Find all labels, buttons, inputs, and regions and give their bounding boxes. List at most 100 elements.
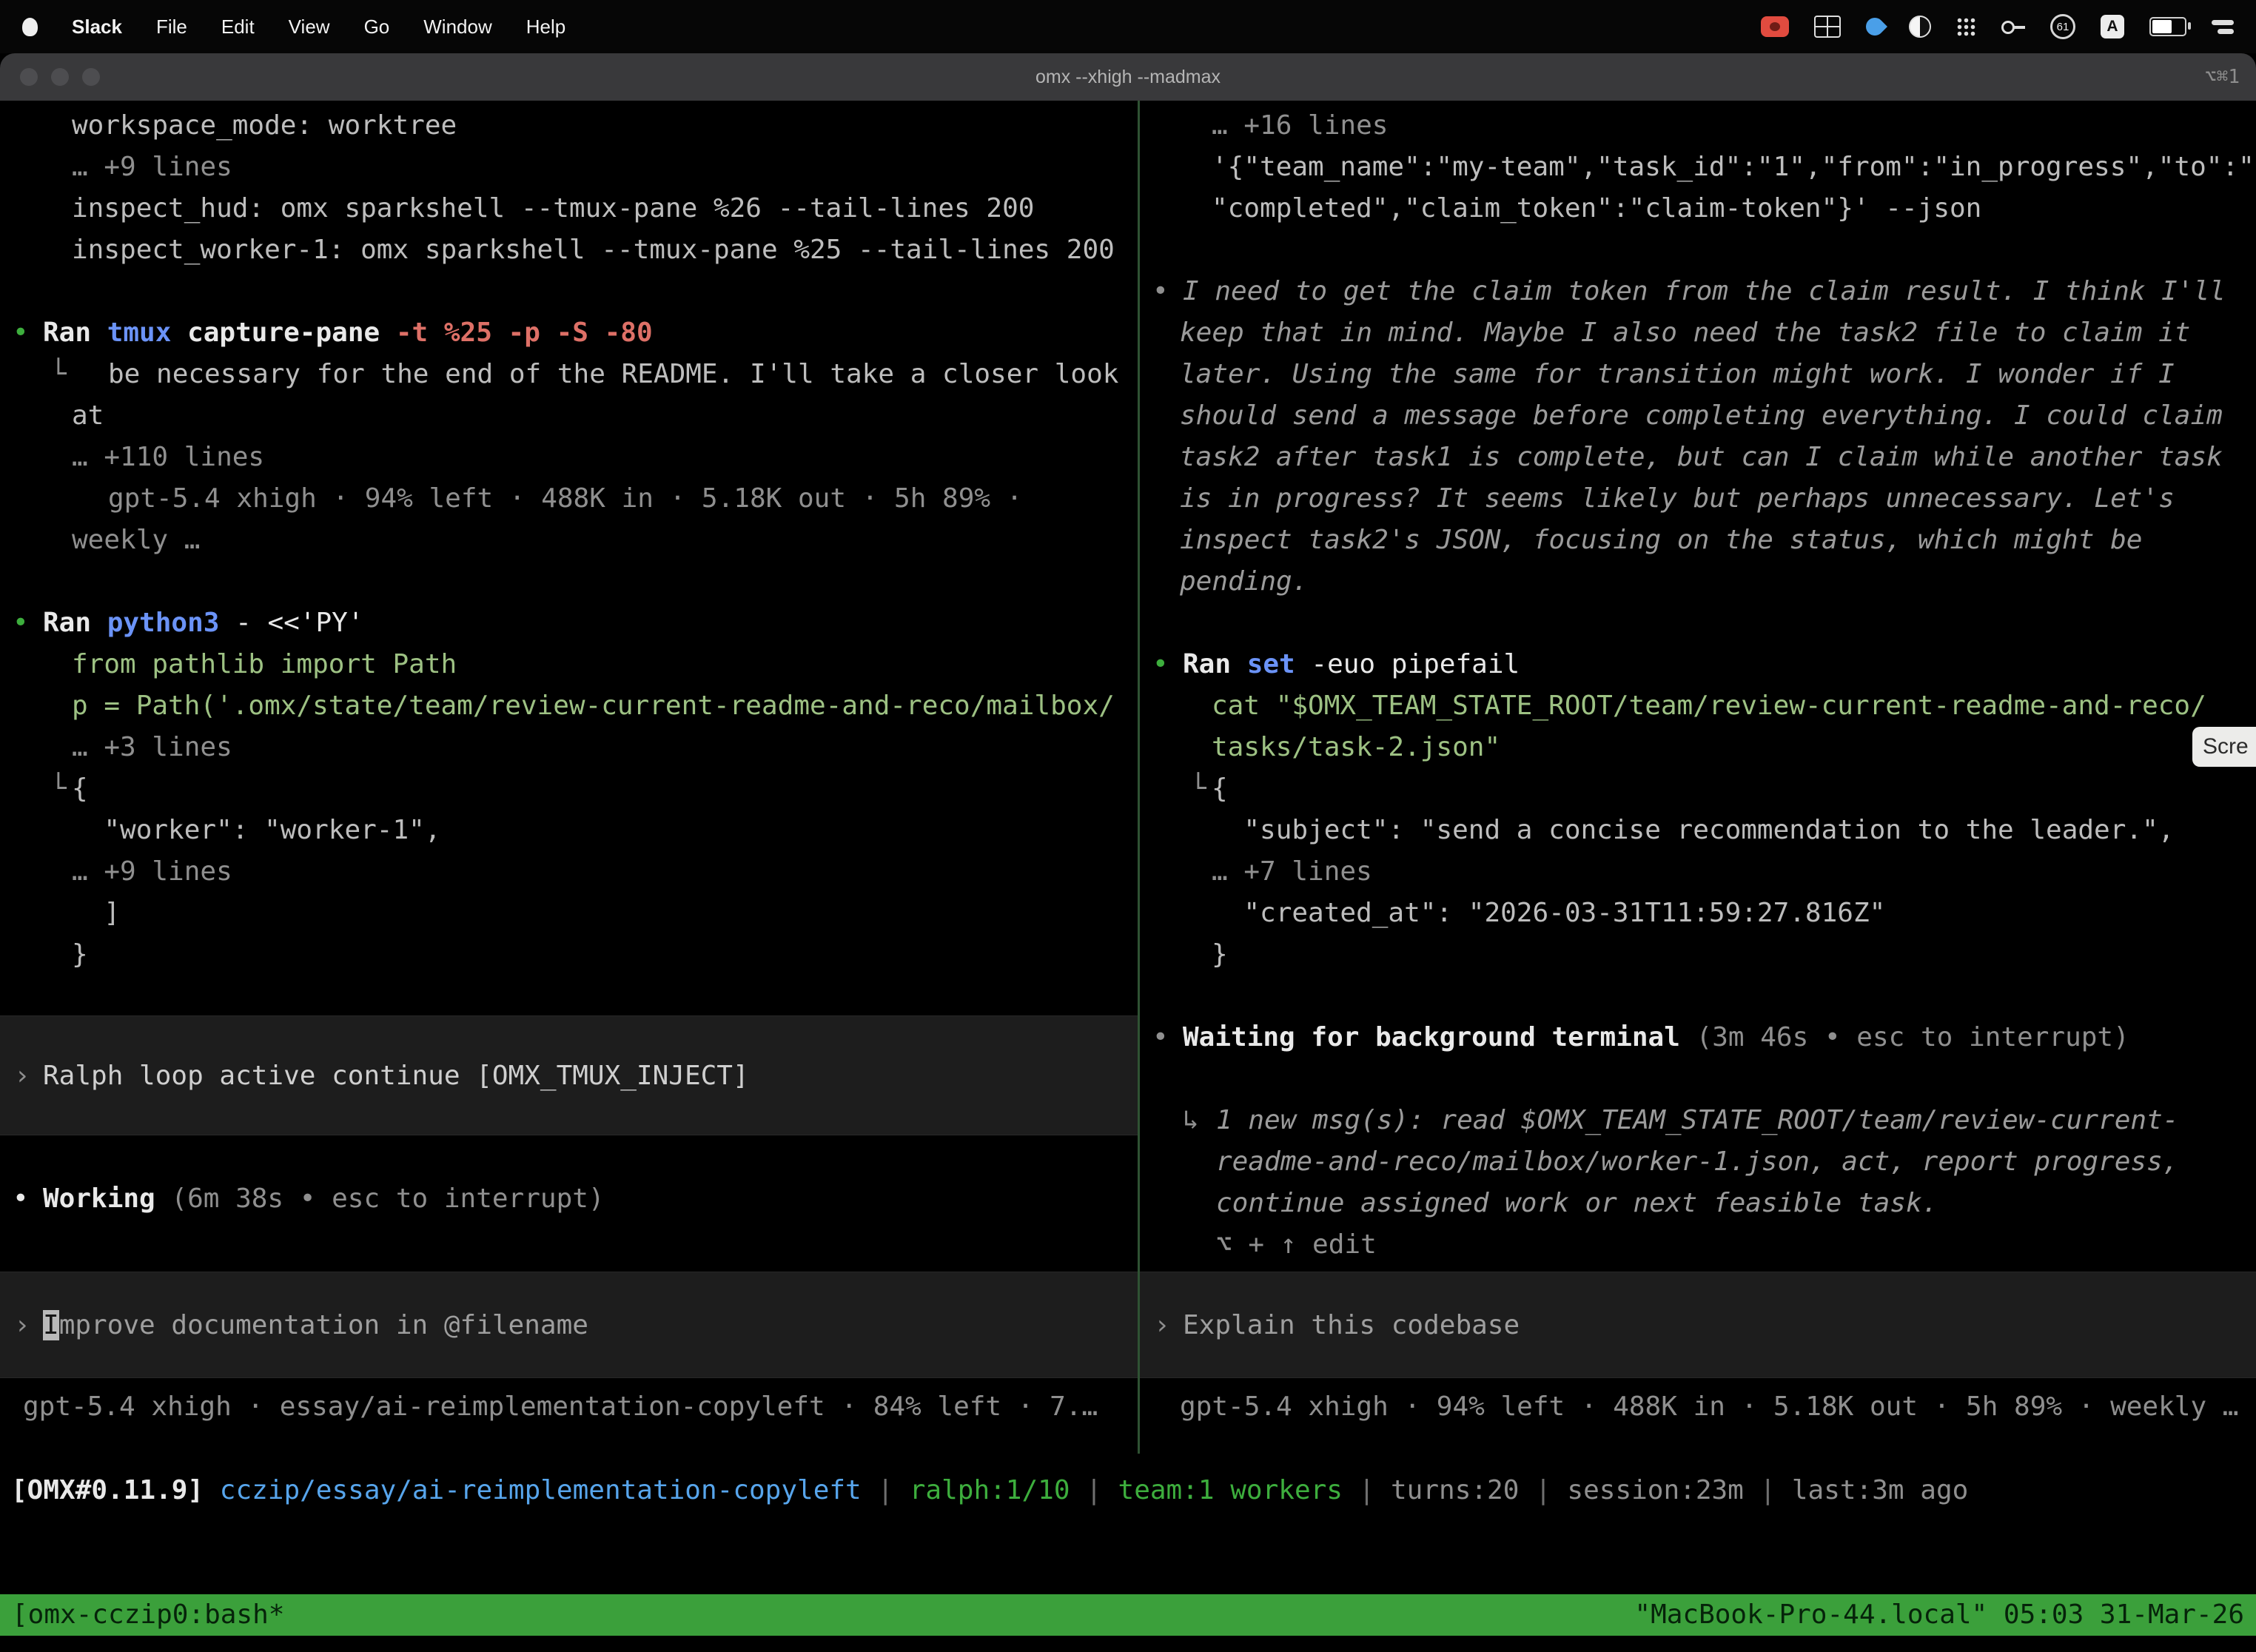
command-name: tmux bbox=[107, 318, 187, 348]
window-title-bar[interactable]: omx --xhigh --madmax ⌥⌘1 bbox=[0, 53, 2256, 101]
command-output-line: } bbox=[1140, 934, 2256, 976]
bullet-icon: • bbox=[13, 602, 43, 644]
command-body-line: tasks/task-2.json" bbox=[1140, 727, 2256, 768]
terminal-window: omx --xhigh --madmax ⌥⌘1 workspace_mode:… bbox=[0, 53, 2256, 1652]
mailbox-message-line: readme-and-reco/mailbox/worker-1.json, a… bbox=[1140, 1141, 2256, 1183]
waiting-label: Waiting for background terminal bbox=[1183, 1022, 1680, 1052]
command-body-line: cat "$OMX_TEAM_STATE_ROOT/team/review-cu… bbox=[1140, 685, 2256, 727]
omx-version: [OMX#0.11.9] bbox=[11, 1475, 220, 1505]
command-output-line: └be necessary for the end of the README.… bbox=[0, 354, 1138, 395]
collapsed-lines-indicator: … +9 lines bbox=[0, 851, 1138, 893]
command-output-line: ] bbox=[0, 893, 1138, 934]
key-icon[interactable] bbox=[2001, 21, 2025, 33]
ran-label: Ran bbox=[43, 318, 107, 348]
tmux-session-name[interactable]: [omx-cczip0:bash* bbox=[12, 1594, 284, 1636]
command-output-line: at bbox=[0, 395, 1138, 437]
keyboard-input-icon[interactable]: A bbox=[2101, 15, 2124, 38]
screen-recording-indicator-icon[interactable] bbox=[1761, 16, 1789, 37]
omx-worktree-path: cczip/essay/ai-reimplementation-copyleft bbox=[220, 1475, 862, 1505]
zoom-button[interactable] bbox=[82, 68, 100, 86]
blank-line bbox=[1140, 229, 2256, 271]
elbow-icon: └ bbox=[50, 354, 108, 395]
blank-line bbox=[1140, 602, 2256, 644]
command-name: set bbox=[1247, 649, 1312, 679]
mailbox-message-line: continue assigned work or next feasible … bbox=[1140, 1183, 2256, 1224]
elbow-icon: └ bbox=[50, 768, 72, 810]
command-args: - <<'PY' bbox=[235, 608, 363, 638]
bullet-icon: • bbox=[1152, 644, 1183, 685]
menu-item-edit[interactable]: Edit bbox=[221, 16, 255, 38]
command-body-line: from pathlib import Path bbox=[0, 644, 1138, 685]
active-app-name[interactable]: Slack bbox=[72, 16, 122, 38]
ralph-loop-banner[interactable]: ›Ralph loop active continue [OMX_TMUX_IN… bbox=[0, 1015, 1138, 1135]
reply-arrow-icon: ↳ bbox=[1183, 1100, 1216, 1141]
close-button[interactable] bbox=[20, 68, 38, 86]
menu-bar-left: Slack File Edit View Go Window Help bbox=[22, 16, 565, 38]
screen: Slack File Edit View Go Window Help 61 A bbox=[0, 0, 2256, 1652]
ran-command-line: •Ran tmux capture-pane -t %25 -p -S -80 bbox=[0, 312, 1138, 354]
contrast-circle-icon[interactable] bbox=[1909, 16, 1931, 38]
command-output-line: └{ bbox=[0, 768, 1138, 810]
command-output-line: "worker": "worker-1", bbox=[0, 810, 1138, 851]
command-output-line: } bbox=[0, 934, 1138, 976]
minimize-button[interactable] bbox=[51, 68, 69, 86]
model-status-line: gpt-5.4 xhigh · 94% left · 488K in · 5.1… bbox=[1140, 1386, 2256, 1428]
tmux-hostname-clock: "MacBook-Pro-44.local" 05:03 31-Mar-26 bbox=[1634, 1594, 2244, 1636]
model-status-line: gpt-5.4 xhigh · essay/ai-reimplementatio… bbox=[0, 1386, 1138, 1428]
ran-command-line: •Ran python3 - <<'PY' bbox=[0, 602, 1138, 644]
terminal-line: inspect_worker-1: omx sparkshell --tmux-… bbox=[0, 229, 1138, 271]
collapsed-lines-indicator: … +7 lines bbox=[1140, 851, 2256, 893]
droplet-icon[interactable] bbox=[1862, 14, 1887, 39]
command-flags: -t %25 -p -S -80 bbox=[396, 318, 653, 348]
dots-grid-icon[interactable] bbox=[1956, 17, 1976, 37]
thinking-line: should send a message before completing … bbox=[1140, 395, 2256, 437]
elbow-icon: └ bbox=[1190, 768, 1212, 810]
prompt-suggestion-row[interactable]: ›Explain this codebase bbox=[1140, 1272, 2256, 1378]
terminal-line: workspace_mode: worktree bbox=[0, 105, 1138, 147]
omx-session-time: session:23m bbox=[1567, 1475, 1743, 1505]
omx-team-workers: team:1 workers bbox=[1118, 1475, 1343, 1505]
ran-label: Ran bbox=[1183, 649, 1247, 679]
edit-hint-line: ⌥ + ↑ edit bbox=[1140, 1224, 2256, 1266]
right-terminal-pane[interactable]: … +16 lines '{"team_name":"my-team","tas… bbox=[1140, 101, 2256, 1428]
window-title: omx --xhigh --madmax bbox=[1035, 67, 1221, 88]
window-shortcut-label: ⌥⌘1 bbox=[2205, 53, 2240, 101]
omx-turns: turns:20 bbox=[1391, 1475, 1519, 1505]
command-body-line: p = Path('.omx/state/team/review-current… bbox=[0, 685, 1138, 727]
ralph-loop-text: Ralph loop active continue [OMX_TMUX_INJ… bbox=[43, 1061, 749, 1091]
menu-item-go[interactable]: Go bbox=[364, 16, 390, 38]
menu-item-view[interactable]: View bbox=[289, 16, 330, 38]
thinking-line: •I need to get the claim token from the … bbox=[1140, 271, 2256, 312]
menu-item-help[interactable]: Help bbox=[526, 16, 565, 38]
menu-item-window[interactable]: Window bbox=[423, 16, 491, 38]
battery-icon[interactable] bbox=[2149, 17, 2186, 36]
menu-bar: Slack File Edit View Go Window Help 61 A bbox=[0, 0, 2256, 53]
thinking-line: pending. bbox=[1140, 561, 2256, 602]
left-terminal-pane[interactable]: workspace_mode: worktree … +9 lines insp… bbox=[0, 101, 1138, 1428]
bullet-icon: • bbox=[1152, 271, 1183, 312]
prompt-suggestion-row[interactable]: ›Improve documentation in @filename bbox=[0, 1272, 1138, 1378]
thinking-line: keep that in mind. Maybe I also need the… bbox=[1140, 312, 2256, 354]
grid-menu-extra-icon[interactable] bbox=[1814, 16, 1841, 38]
thinking-line: is in progress? It seems likely but perh… bbox=[1140, 478, 2256, 520]
apple-menu-icon[interactable] bbox=[22, 18, 38, 36]
chevron-icon: › bbox=[14, 1061, 43, 1091]
working-meta: (6m 38s • esc to interrupt) bbox=[155, 1183, 605, 1214]
screen-share-tooltip[interactable]: Scre bbox=[2192, 727, 2256, 767]
model-usage-line: weekly … bbox=[0, 520, 1138, 561]
command-output-line: "created_at": "2026-03-31T11:59:27.816Z" bbox=[1140, 893, 2256, 934]
collapsed-lines-indicator: … +16 lines bbox=[1140, 105, 2256, 147]
battery-gauge-icon[interactable]: 61 bbox=[2050, 14, 2075, 39]
thinking-line: task2 after task1 is complete, but can I… bbox=[1140, 437, 2256, 478]
omx-last-activity: last:3m ago bbox=[1792, 1475, 1968, 1505]
tmux-status-bar: [omx-cczip0:bash* "MacBook-Pro-44.local" … bbox=[0, 1594, 2256, 1636]
working-label: Working bbox=[43, 1183, 155, 1214]
bullet-icon: • bbox=[1152, 1017, 1183, 1058]
command-output-line: "subject": "send a concise recommendatio… bbox=[1140, 810, 2256, 851]
terminal-line: inspect_hud: omx sparkshell --tmux-pane … bbox=[0, 188, 1138, 229]
collapsed-lines-indicator: … +110 lines bbox=[0, 437, 1138, 478]
text-cursor[interactable]: I bbox=[43, 1310, 59, 1340]
menu-item-file[interactable]: File bbox=[156, 16, 187, 38]
bullet-icon: • bbox=[13, 1178, 43, 1220]
control-center-icon[interactable] bbox=[2212, 20, 2234, 34]
